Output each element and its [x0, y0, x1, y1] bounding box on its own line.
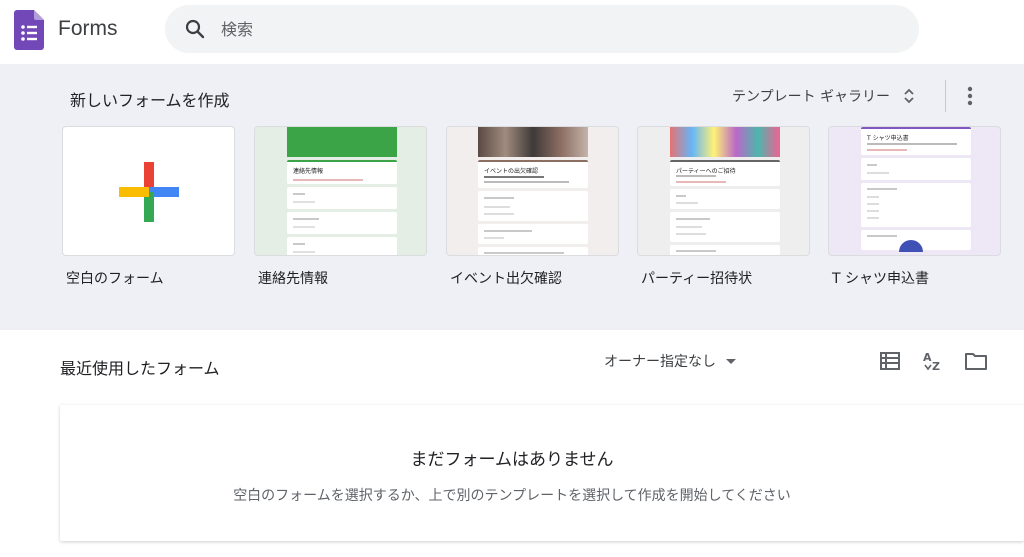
plus-icon — [119, 162, 179, 222]
template-tshirt-order[interactable]: T シャツ申込書 T シャツ申込書 — [828, 126, 1001, 288]
form-preview: 連絡先情報 — [287, 127, 397, 255]
preview-question — [287, 187, 397, 209]
form-preview: イベントの出欠確認 — [478, 127, 588, 255]
preview-question — [478, 191, 588, 221]
tshirt-image — [899, 240, 923, 252]
search-input[interactable] — [221, 5, 901, 53]
preview-title: 連絡先情報 — [293, 168, 324, 175]
empty-state-description: 空白のフォームを選択するか、上で別のテンプレートを選択して作成を開始してください — [233, 488, 791, 504]
preview-question — [478, 224, 588, 244]
preview-question — [287, 212, 397, 234]
preview-banner — [478, 127, 588, 157]
owner-filter-label: オーナー指定なし — [604, 354, 716, 370]
form-preview: T シャツ申込書 — [861, 127, 971, 255]
preview-question — [861, 183, 971, 227]
recent-forms-heading: 最近使用したフォーム — [60, 359, 220, 378]
preview-question — [861, 158, 971, 180]
template-label: パーティー招待状 — [641, 271, 753, 287]
form-preview: パーティーへのご招待 — [670, 127, 780, 255]
template-label: 連絡先情報 — [258, 271, 328, 287]
forms-logo-icon[interactable] — [14, 10, 44, 50]
divider — [945, 80, 946, 112]
template-label: イベント出欠確認 — [450, 271, 562, 287]
preview-banner — [670, 127, 780, 157]
folder-icon[interactable] — [963, 348, 989, 374]
preview-header: T シャツ申込書 — [861, 127, 971, 155]
preview-header: 連絡先情報 — [287, 160, 397, 184]
template-label: T シャツ申込書 — [832, 271, 930, 287]
preview-question — [670, 245, 780, 255]
template-thumbnail[interactable]: 連絡先情報 — [254, 126, 427, 256]
preview-question — [478, 247, 588, 255]
preview-question — [287, 237, 397, 255]
template-heading: 新しいフォームを作成 — [70, 91, 230, 110]
preview-question — [670, 212, 780, 242]
template-party-invite[interactable]: パーティーへのご招待 パーティー招待状 — [637, 126, 810, 288]
unfold-more-icon — [904, 88, 914, 104]
preview-question — [861, 230, 971, 252]
empty-state-card: まだフォームはありません 空白のフォームを選択するか、上で別のテンプレートを選択… — [60, 405, 1024, 541]
search-icon[interactable] — [183, 17, 207, 41]
svg-text:Z: Z — [932, 360, 940, 373]
dropdown-arrow-icon — [726, 358, 736, 364]
template-thumbnail[interactable] — [62, 126, 235, 256]
template-label: 空白のフォーム — [66, 271, 164, 287]
preview-title: T シャツ申込書 — [867, 135, 909, 142]
sort-az-icon[interactable]: A Z — [920, 348, 946, 374]
template-section: 新しいフォームを作成 テンプレート ギャラリー 空白のフォーム 連絡先情報 連絡… — [0, 64, 1024, 330]
owner-filter-dropdown[interactable]: オーナー指定なし — [596, 346, 744, 376]
template-blank[interactable]: 空白のフォーム — [62, 126, 235, 288]
more-vert-icon[interactable] — [956, 82, 984, 110]
preview-title: パーティーへのご招待 — [676, 168, 736, 175]
preview-question — [670, 189, 780, 209]
app-header: Forms — [0, 0, 1024, 64]
preview-title: イベントの出欠確認 — [484, 168, 539, 175]
svg-text:A: A — [923, 351, 932, 364]
template-thumbnail[interactable]: パーティーへのご招待 — [637, 126, 810, 256]
template-gallery-label: テンプレート ギャラリー — [732, 89, 891, 105]
preview-banner — [287, 127, 397, 157]
template-thumbnail[interactable]: T シャツ申込書 — [828, 126, 1001, 256]
template-event-rsvp[interactable]: イベントの出欠確認 イベント出欠確認 — [446, 126, 619, 288]
preview-header: パーティーへのご招待 — [670, 160, 780, 186]
search-bar[interactable] — [165, 5, 919, 53]
list-view-icon[interactable] — [877, 348, 903, 374]
template-contact-info[interactable]: 連絡先情報 連絡先情報 — [254, 126, 427, 288]
template-thumbnail[interactable]: イベントの出欠確認 — [446, 126, 619, 256]
empty-state-title: まだフォームはありません — [410, 450, 614, 470]
template-gallery-button[interactable]: テンプレート ギャラリー — [722, 78, 928, 114]
preview-header: イベントの出欠確認 — [478, 160, 588, 188]
app-title[interactable]: Forms — [58, 17, 118, 41]
